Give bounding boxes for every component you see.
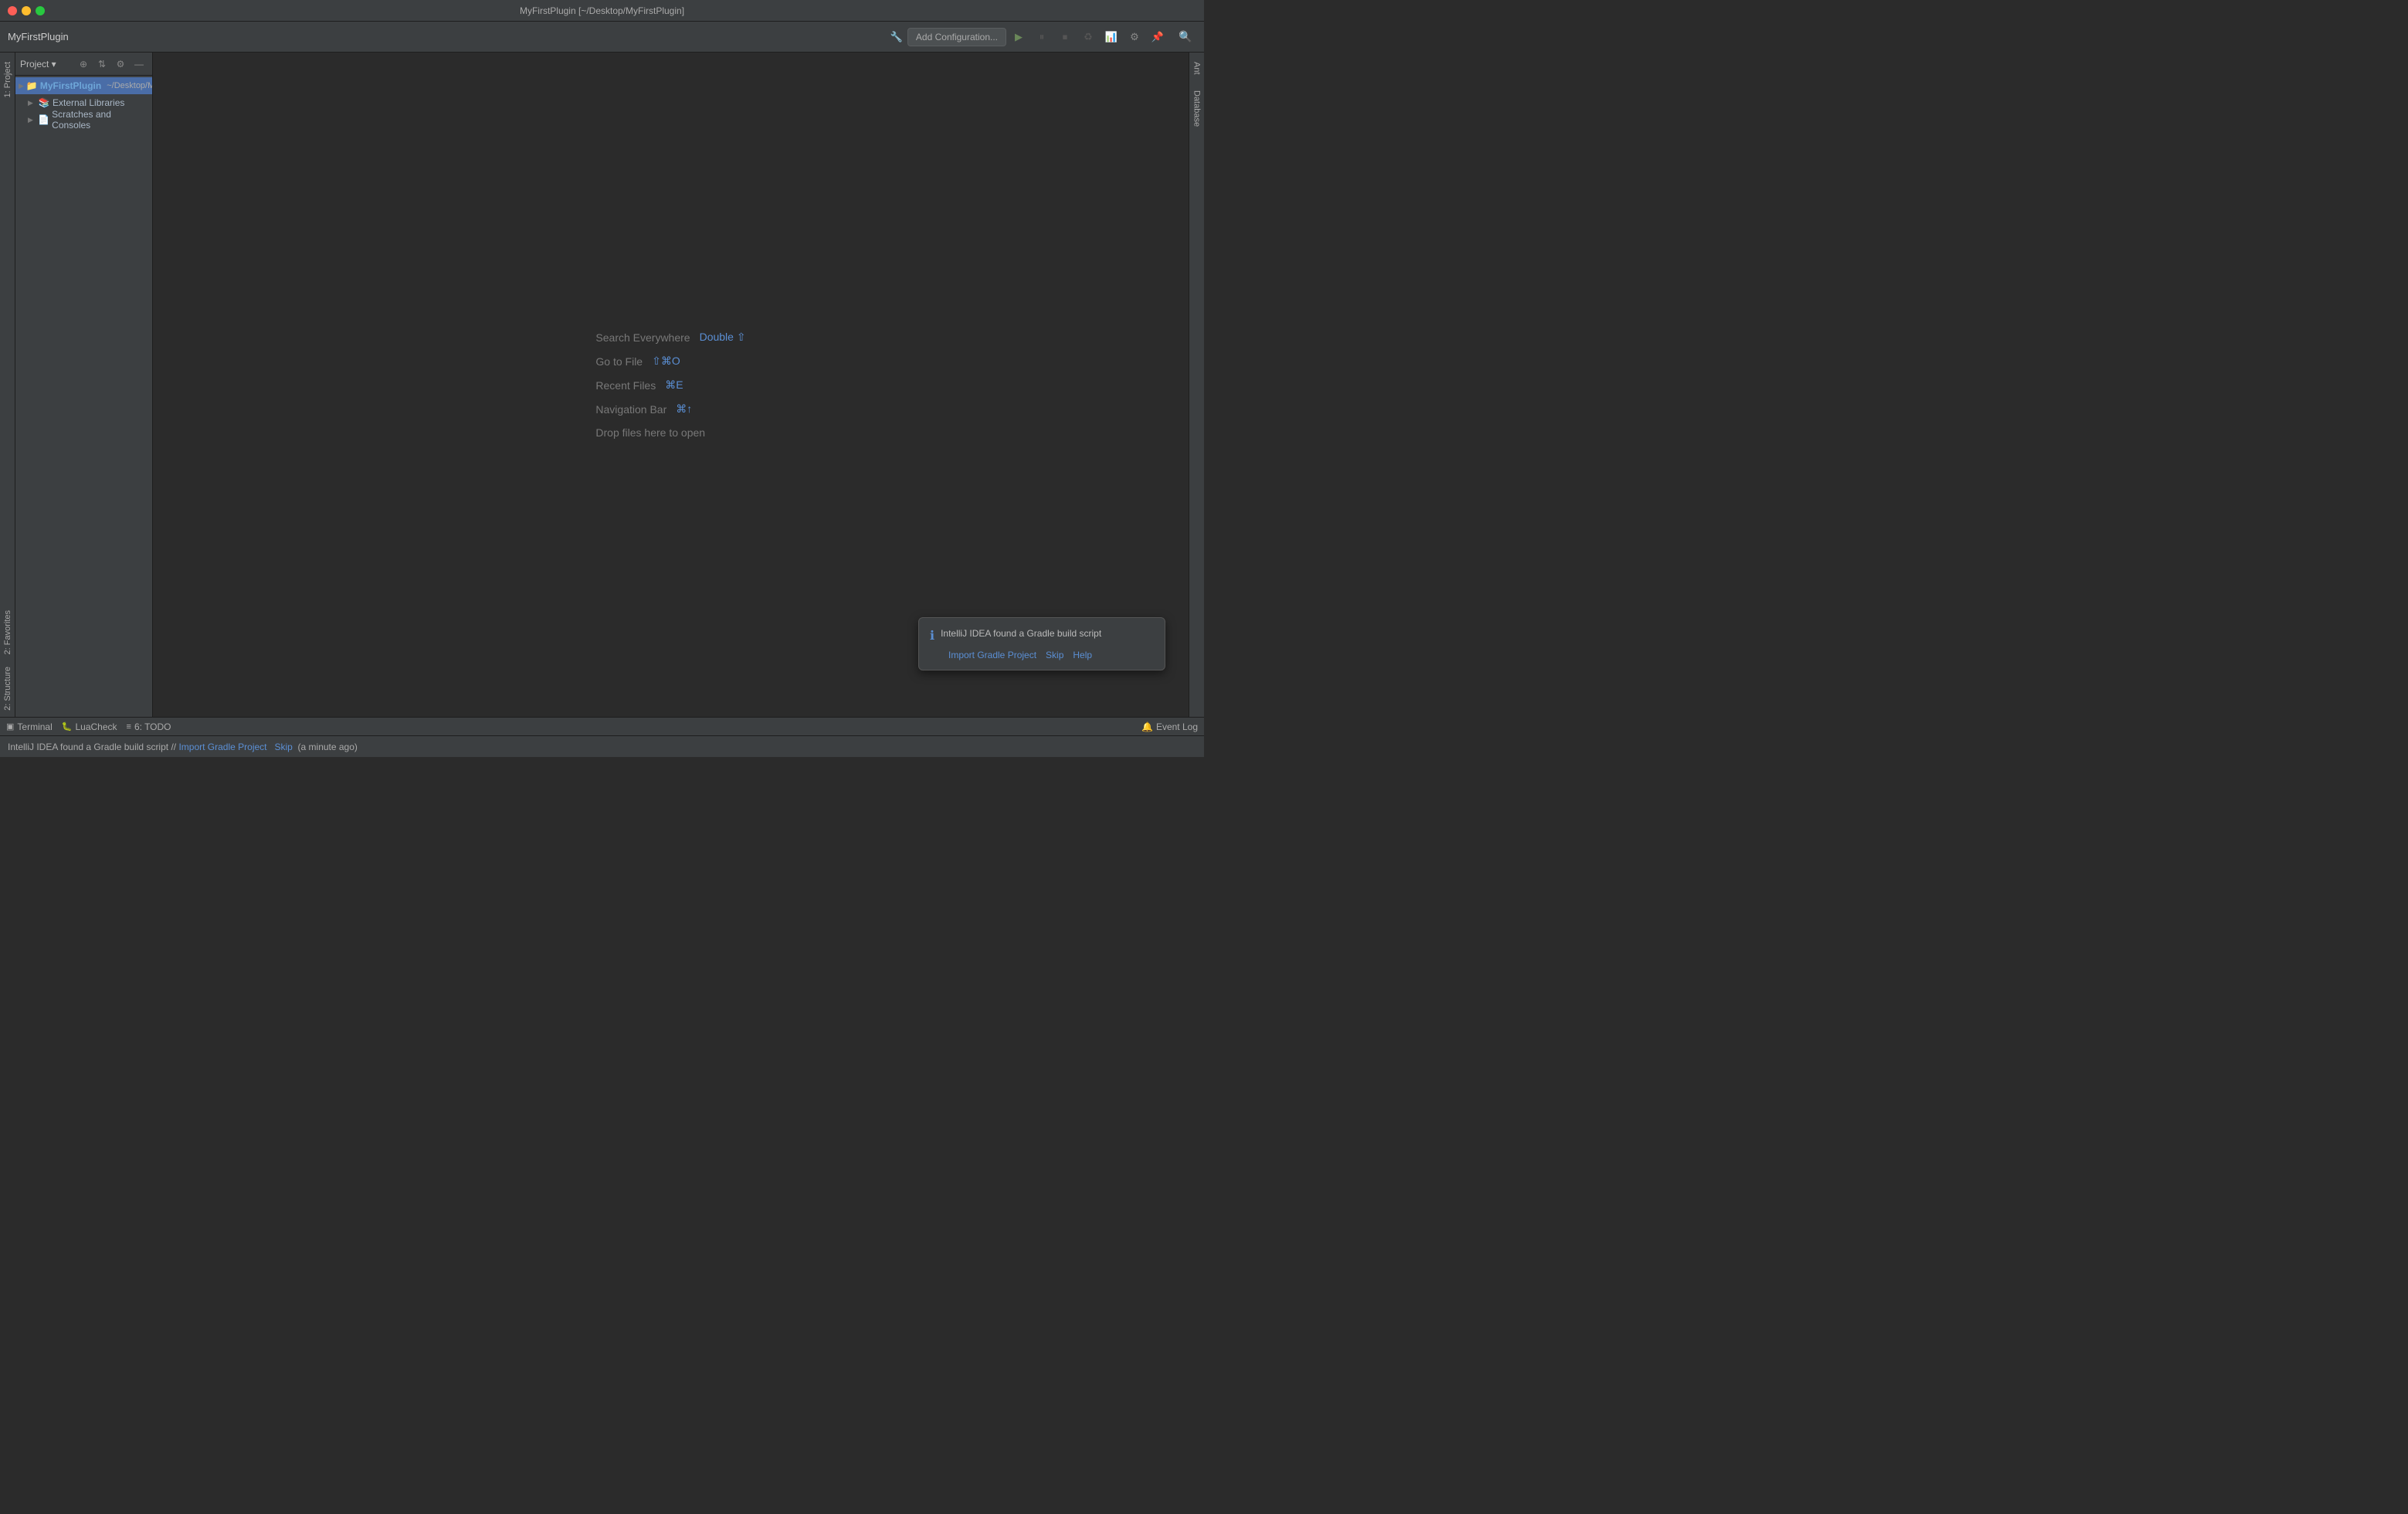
bottom-bar: ▣ Terminal 🐛 LuaCheck ≡ 6: TODO 🔔 Event … xyxy=(0,717,1204,735)
app-name: MyFirstPlugin xyxy=(8,31,69,42)
main-content: Search Everywhere Double ⇧ Go to File ⇧⌘… xyxy=(153,53,1189,717)
help-button[interactable]: Help xyxy=(1073,650,1092,660)
hint-search-everywhere: Search Everywhere Double ⇧ xyxy=(595,331,745,344)
sidebar-item-project[interactable]: 1: Project xyxy=(2,56,14,104)
pause-button: ⏸ xyxy=(1031,26,1053,48)
status-bar: IntelliJ IDEA found a Gradle build scrip… xyxy=(0,735,1204,757)
hint-nav-bar: Navigation Bar ⌘↑ xyxy=(595,402,692,416)
maximize-button[interactable] xyxy=(36,6,45,15)
hint-label-search: Search Everywhere xyxy=(595,331,690,344)
main-layout: 1: Project 2: Favorites 2: Structure Pro… xyxy=(0,53,1204,717)
event-log-button[interactable]: 🔔 Event Log xyxy=(1141,721,1198,732)
libraries-icon: 📚 xyxy=(38,97,50,108)
event-log-icon: 🔔 xyxy=(1141,721,1153,732)
add-configuration-button[interactable]: Add Configuration... xyxy=(907,28,1006,46)
tree-item-myfirstplugin[interactable]: ▶ 📁 MyFirstPlugin ~/Desktop/MyFirstPlugi… xyxy=(15,77,152,94)
terminal-button[interactable]: ▣ Terminal xyxy=(6,721,53,732)
hint-shortcut-recent: ⌘E xyxy=(665,378,683,392)
import-gradle-status-link[interactable]: Import Gradle Project xyxy=(178,742,266,752)
tree-path-myfirstplugin: ~/Desktop/MyFirstPlugin xyxy=(107,81,152,90)
sidebar-item-structure[interactable]: 2: Structure xyxy=(2,660,14,717)
project-label: Project ▾ xyxy=(20,59,73,70)
stop-button: ⏹ xyxy=(1054,26,1076,48)
luacheck-label: LuaCheck xyxy=(75,721,117,732)
luacheck-button[interactable]: 🐛 LuaCheck xyxy=(62,721,117,732)
run-config-icon: 🔧 xyxy=(890,31,903,43)
tree-label-scratches: Scratches and Consoles xyxy=(52,109,149,131)
tree-item-scratches[interactable]: ▶ 📄 Scratches and Consoles xyxy=(15,111,152,128)
close-panel-button[interactable]: — xyxy=(131,56,148,73)
right-sidebar: Ant Database xyxy=(1189,53,1204,717)
locate-button[interactable]: ⊕ xyxy=(75,56,92,73)
app-header: MyFirstPlugin 🔧 Add Configuration... ▶ ⏸… xyxy=(0,22,1204,53)
tree-arrow-external: ▶ xyxy=(28,99,36,107)
hint-label-goto: Go to File xyxy=(595,355,643,368)
hint-shortcut-search: Double ⇧ xyxy=(700,331,746,344)
tree-arrow-myfirstplugin: ▶ xyxy=(19,82,24,90)
project-panel: Project ▾ ⊕ ⇅ ⚙ — ▶ 📁 MyFirstPlugin ~/De… xyxy=(15,53,153,717)
hint-recent-files: Recent Files ⌘E xyxy=(595,378,683,392)
folder-icon: 📁 xyxy=(26,80,38,91)
pin-button[interactable]: 📌 xyxy=(1147,26,1168,48)
toast-info-icon: ℹ xyxy=(930,628,934,643)
traffic-lights xyxy=(8,6,45,15)
title-bar: MyFirstPlugin [~/Desktop/MyFirstPlugin] xyxy=(0,0,1204,22)
run-button[interactable]: ▶ xyxy=(1008,26,1029,48)
tree-arrow-scratches: ▶ xyxy=(28,116,36,124)
notification-toast: ℹ IntelliJ IDEA found a Gradle build scr… xyxy=(918,617,1165,670)
scratches-icon: 📄 xyxy=(38,114,49,125)
minimize-button[interactable] xyxy=(22,6,31,15)
todo-label: 6: TODO xyxy=(134,721,171,732)
sidebar-item-database[interactable]: Database xyxy=(1191,84,1203,133)
hint-shortcut-goto: ⇧⌘O xyxy=(652,355,680,368)
terminal-icon: ▣ xyxy=(6,721,14,732)
settings-run-button[interactable]: ⚙ xyxy=(1124,26,1145,48)
coverage-button: ♻ xyxy=(1077,26,1099,48)
todo-icon: ≡ xyxy=(127,722,131,732)
event-log-label: Event Log xyxy=(1156,721,1198,732)
skip-button[interactable]: Skip xyxy=(1046,650,1063,660)
tree-label-external-libraries: External Libraries xyxy=(53,97,124,108)
toast-message: IntelliJ IDEA found a Gradle build scrip… xyxy=(941,627,1101,640)
welcome-hints: Search Everywhere Double ⇧ Go to File ⇧⌘… xyxy=(595,331,745,439)
skip-status-link[interactable]: Skip xyxy=(275,742,293,752)
hint-goto-file: Go to File ⇧⌘O xyxy=(595,355,680,368)
toast-actions: Import Gradle Project Skip Help xyxy=(948,650,1154,660)
settings-button[interactable]: ⚙ xyxy=(112,56,129,73)
hint-label-nav: Navigation Bar xyxy=(595,403,666,416)
status-message: IntelliJ IDEA found a Gradle build scrip… xyxy=(8,742,358,752)
toast-header: ℹ IntelliJ IDEA found a Gradle build scr… xyxy=(930,627,1154,643)
run-toolbar: 🔧 Add Configuration... ▶ ⏸ ⏹ ♻ 📊 ⚙ 📌 xyxy=(890,26,1168,48)
hint-shortcut-nav: ⌘↑ xyxy=(676,402,692,416)
tree-label-myfirstplugin: MyFirstPlugin xyxy=(40,80,101,91)
todo-button[interactable]: ≡ 6: TODO xyxy=(127,721,171,732)
project-tree: ▶ 📁 MyFirstPlugin ~/Desktop/MyFirstPlugi… xyxy=(15,76,152,717)
terminal-label: Terminal xyxy=(17,721,52,732)
project-toolbar: Project ▾ ⊕ ⇅ ⚙ — xyxy=(15,53,152,76)
close-button[interactable] xyxy=(8,6,17,15)
sidebar-item-favorites[interactable]: 2: Favorites xyxy=(2,604,14,660)
luacheck-icon: 🐛 xyxy=(62,721,73,732)
window-title: MyFirstPlugin [~/Desktop/MyFirstPlugin] xyxy=(520,5,684,16)
hint-label-recent: Recent Files xyxy=(595,379,656,392)
sort-button[interactable]: ⇅ xyxy=(93,56,110,73)
search-everywhere-button[interactable]: 🔍 xyxy=(1175,26,1196,48)
profile-button: 📊 xyxy=(1101,26,1122,48)
hint-drop-files: Drop files here to open xyxy=(595,426,705,439)
hint-label-drop: Drop files here to open xyxy=(595,426,705,439)
sidebar-item-ant[interactable]: Ant xyxy=(1191,56,1203,81)
left-tab-bar: 1: Project 2: Favorites 2: Structure xyxy=(0,53,15,717)
import-gradle-button[interactable]: Import Gradle Project xyxy=(948,650,1036,660)
